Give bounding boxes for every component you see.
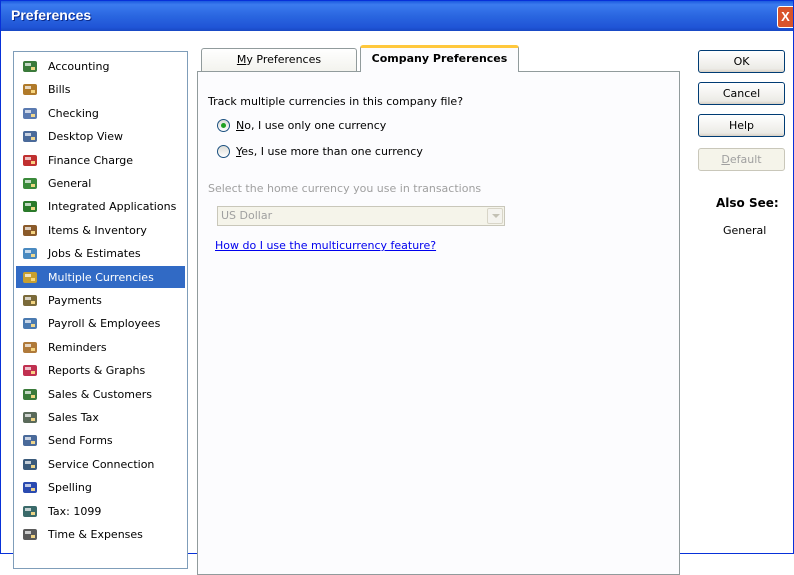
jobs-estimates-icon [22,245,38,261]
tax-1099-icon [22,503,38,519]
tab-my-preferences-label: y Preferences [246,53,322,66]
sales-tax-icon [22,409,38,425]
checking-icon [22,105,38,121]
payroll-employees-icon [22,315,38,331]
also-see-general-link[interactable]: General [723,224,766,237]
category-item-label: Sales Tax [48,410,99,424]
bills-icon [22,81,38,97]
radio-multiple-currencies[interactable]: Yes, I use more than one currency [217,145,423,158]
ok-button[interactable]: OK [698,50,785,73]
category-item-time-expenses[interactable]: Time & Expenses [16,523,185,545]
track-currencies-question: Track multiple currencies in this compan… [208,95,464,108]
desktop-view-icon [22,128,38,144]
category-item-label: Reports & Graphs [48,363,146,377]
category-item-payments[interactable]: Payments [16,289,185,311]
send-forms-icon [22,432,38,448]
category-item-service-connection[interactable]: Service Connection [16,453,185,475]
category-item-reports-graphs[interactable]: Reports & Graphs [16,359,185,381]
tab-company-preferences-label: Company Preferences [371,52,508,65]
chevron-down-icon[interactable] [487,208,503,224]
category-item-label: Bills [48,82,71,96]
integrated-applications-icon [22,198,38,214]
category-item-label: Items & Inventory [48,223,147,237]
multiple-currencies-icon [22,269,38,285]
reminders-icon [22,339,38,355]
dialog-body: Accounting Bills Checking Desktop View Finan… [1,31,793,575]
category-item-label: Payments [48,293,102,307]
home-currency-label: Select the home currency you use in tran… [208,182,482,195]
tab-company-preferences[interactable]: Company Preferences [360,45,519,72]
category-item-checking[interactable]: Checking [16,102,185,124]
category-item-label: Finance Charge [48,153,134,167]
category-item-label: Spelling [48,480,92,494]
category-item-jobs-estimates[interactable]: Jobs & Estimates [16,242,185,264]
category-item-label: Time & Expenses [48,527,143,541]
reports-graphs-icon [22,362,38,378]
also-see-heading: Also See: [716,196,779,210]
items-inventory-icon [22,222,38,238]
tab-my-preferences[interactable]: My Preferences [201,48,357,71]
radio-one-currency-indicator[interactable] [217,119,230,132]
time-expenses-icon [22,526,38,542]
category-item-label: Service Connection [48,457,155,471]
radio-one-currency-text: o, I use only one currency [244,119,387,132]
category-item-label: Jobs & Estimates [48,246,141,260]
default-button-accel: D [721,153,730,166]
sales-customers-icon [22,386,38,402]
tab-my-preferences-accel: M [236,53,247,66]
category-item-payroll-employees[interactable]: Payroll & Employees [16,312,185,334]
category-item-sales-customers[interactable]: Sales & Customers [16,383,185,405]
category-item-label: Tax: 1099 [48,504,102,518]
multicurrency-help-link[interactable]: How do I use the multicurrency feature? [215,239,436,252]
service-connection-icon [22,456,38,472]
category-item-finance-charge[interactable]: Finance Charge [16,149,185,171]
category-item-multiple-currencies[interactable]: Multiple Currencies [16,266,185,288]
category-item-items-inventory[interactable]: Items & Inventory [16,219,185,241]
category-item-spelling[interactable]: Spelling [16,476,185,498]
radio-multiple-currencies-text: es, I use more than one currency [241,145,423,158]
general-icon [22,175,38,191]
cancel-button[interactable]: Cancel [698,82,785,105]
company-preferences-panel: Track multiple currencies in this compan… [197,71,680,575]
radio-multiple-currencies-label: Yes, I use more than one currency [236,145,423,158]
category-item-label: General [48,176,92,190]
category-item-accounting[interactable]: Accounting [16,55,185,77]
radio-multiple-currencies-indicator[interactable] [217,145,230,158]
spelling-icon [22,479,38,495]
category-item-label: Checking [48,106,99,120]
category-item-desktop-view[interactable]: Desktop View [16,125,185,147]
category-item-label: Payroll & Employees [48,316,161,330]
radio-one-currency[interactable]: No, I use only one currency [217,119,386,132]
category-item-label: Multiple Currencies [48,270,154,284]
title-bar[interactable]: Preferences X [1,1,793,31]
radio-one-currency-accel: N [236,119,245,132]
radio-one-currency-label: No, I use only one currency [236,119,386,132]
window-title: Preferences [11,7,92,23]
finance-charge-icon [22,152,38,168]
accounting-icon [22,58,38,74]
category-item-label: Sales & Customers [48,387,153,401]
category-item-sales-tax[interactable]: Sales Tax [16,406,185,428]
category-item-integrated-applications[interactable]: Integrated Applications [16,195,185,217]
category-item-general[interactable]: General [16,172,185,194]
home-currency-value: US Dollar [221,209,273,222]
default-button[interactable]: Default [698,148,785,171]
category-item-label: Integrated Applications [48,199,177,213]
help-button[interactable]: Help [698,114,785,137]
category-item-bills[interactable]: Bills [16,78,185,100]
category-list[interactable]: Accounting Bills Checking Desktop View Finan… [13,51,188,569]
default-button-label: efault [729,153,762,166]
category-item-label: Send Forms [48,433,113,447]
category-item-tax-1099[interactable]: Tax: 1099 [16,500,185,522]
payments-icon [22,292,38,308]
category-item-send-forms[interactable]: Send Forms [16,429,185,451]
category-item-label: Accounting [48,59,110,73]
category-item-reminders[interactable]: Reminders [16,336,185,358]
home-currency-select[interactable]: US Dollar [217,206,505,226]
preferences-window: Preferences X Accounting Bills Checking Des… [0,0,794,575]
close-icon[interactable]: X [777,6,793,28]
category-item-label: Reminders [48,340,107,354]
category-item-label: Desktop View [48,129,123,143]
